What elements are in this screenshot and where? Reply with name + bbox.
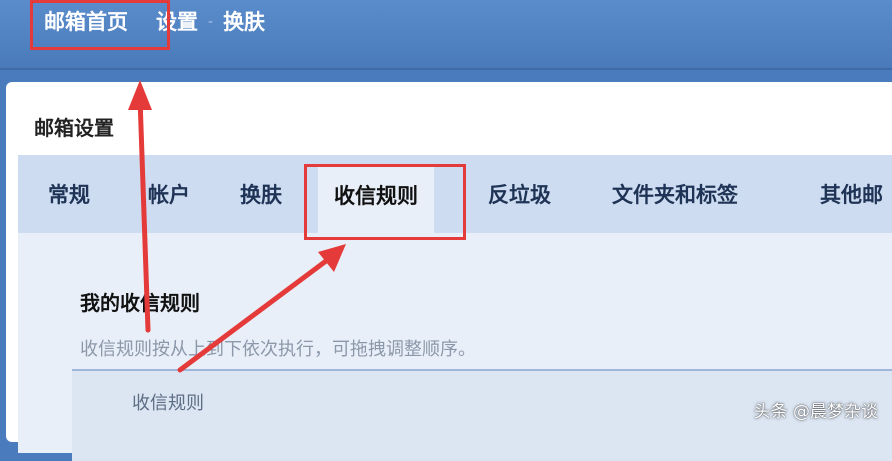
tab-general[interactable]: 常规	[48, 177, 90, 213]
tab-anti-spam[interactable]: 反垃圾	[488, 177, 551, 213]
nav-separator: -	[208, 14, 214, 30]
settings-tab-bar: 常规 帐户 换肤 收信规则 反垃圾 文件夹和标签 其他邮	[18, 155, 892, 233]
tab-account[interactable]: 帐户	[148, 177, 190, 213]
settings-card: 邮箱设置 常规 帐户 换肤 收信规则 反垃圾 文件夹和标签 其他邮 我的收信规则…	[6, 82, 892, 461]
tab-skin[interactable]: 换肤	[240, 177, 282, 213]
rules-description: 收信规则按从上到下依次执行，可拖拽调整顺序。	[80, 339, 476, 360]
watermark: 头条 @晨梦杂谈	[753, 402, 878, 422]
top-nav: 邮箱首页 设置 - 换肤	[44, 6, 265, 38]
tab-mail-rules[interactable]: 收信规则	[318, 165, 434, 233]
top-bar: 邮箱首页 设置 - 换肤	[0, 0, 892, 70]
nav-skin[interactable]: 换肤	[223, 6, 265, 38]
tab-folders-labels[interactable]: 文件夹和标签	[612, 177, 738, 213]
page-title: 邮箱设置	[34, 116, 114, 140]
logo	[0, 0, 14, 34]
rules-section-title: 我的收信规则	[80, 291, 200, 315]
nav-settings[interactable]: 设置	[156, 6, 198, 38]
rules-table-header: 收信规则	[132, 393, 204, 414]
nav-mail-home[interactable]: 邮箱首页	[30, 6, 142, 38]
tab-other[interactable]: 其他邮	[820, 177, 883, 213]
